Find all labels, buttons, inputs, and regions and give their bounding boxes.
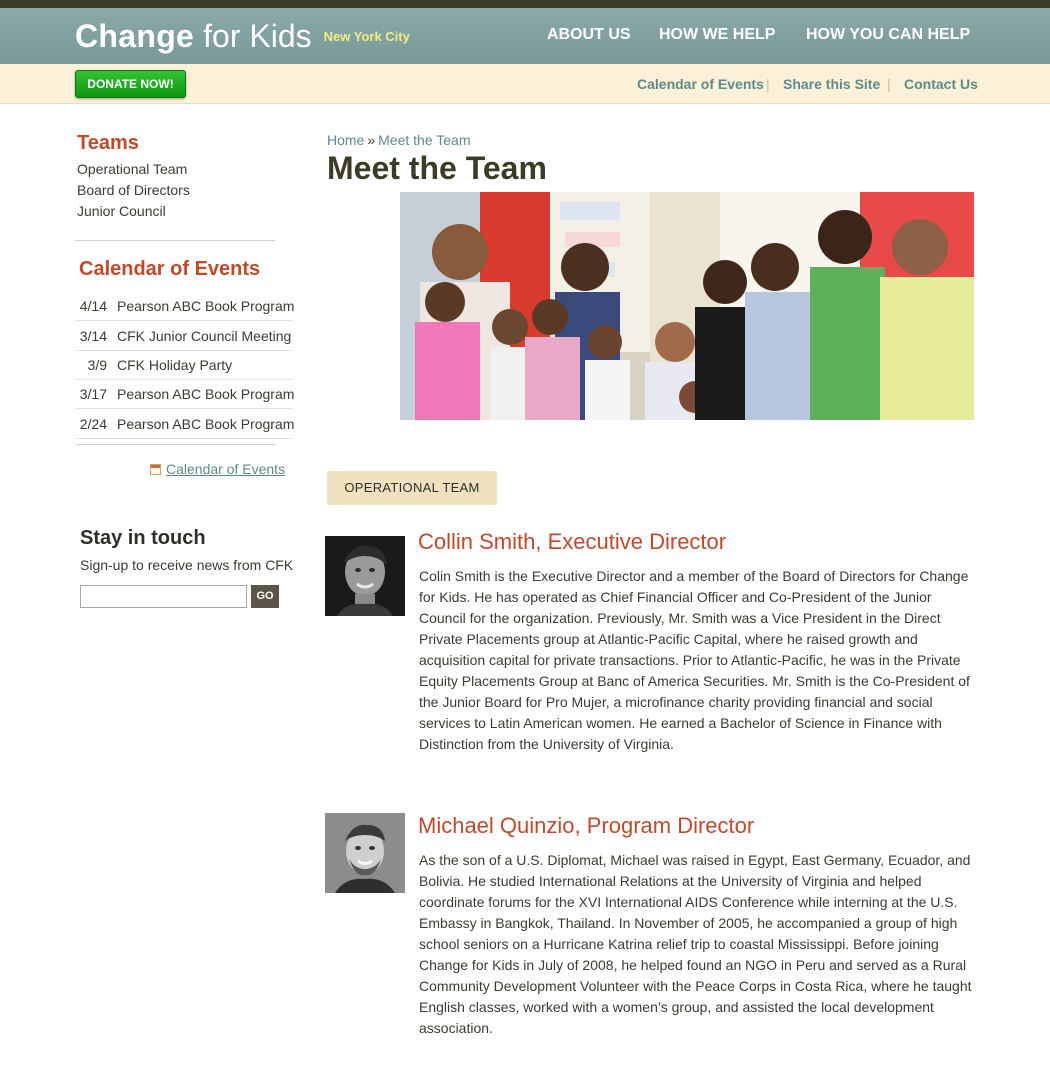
sidebar-divider: [75, 240, 275, 241]
newsletter-go-button[interactable]: GO: [251, 585, 279, 608]
event-name: Pearson ABC Book Program: [117, 416, 295, 432]
link-share-this-site[interactable]: Share this Site: [783, 76, 880, 92]
link-calendar-of-events[interactable]: Calendar of Events: [637, 76, 764, 92]
sidebar-item-board-of-directors[interactable]: Board of Directors: [77, 182, 190, 198]
calendar-icon: [150, 464, 161, 475]
calendar-link-label: Calendar of Events: [166, 461, 286, 477]
person-bio: As the son of a U.S. Diplomat, Michael w…: [419, 852, 972, 1036]
breadcrumb-current[interactable]: Meet the Team: [378, 132, 470, 148]
newsletter-email-input[interactable]: [80, 585, 247, 608]
event-date: 3/14: [79, 328, 107, 344]
utility-links: Calendar of Events | Share this Site | C…: [0, 76, 1050, 96]
avatar: [325, 813, 405, 893]
team-hero-photo: [400, 192, 974, 420]
person-name: Michael Quinzio, Program Director: [418, 813, 755, 838]
page-title: Meet the Team: [327, 150, 547, 186]
calendar-heading: Calendar of Events: [79, 258, 261, 280]
event-name: Pearson ABC Book Program: [117, 386, 295, 402]
event-row[interactable]: 4/14 Pearson ABC Book Program: [75, 292, 295, 321]
event-name: CFK Holiday Party: [117, 357, 233, 373]
main-nav: ABOUT US HOW WE HELP HOW YOU CAN HELP: [0, 26, 1050, 50]
top-strip: [0, 0, 1050, 8]
tab-operational-team[interactable]: OPERATIONAL TEAM: [327, 471, 497, 505]
nav-how-you-can-help[interactable]: HOW YOU CAN HELP: [806, 26, 970, 44]
stay-in-touch-subtitle: Sign-up to receive news from CFK: [80, 557, 294, 573]
sidebar-item-junior-council[interactable]: Junior Council: [77, 203, 166, 219]
utility-bar: DONATE NOW! Calendar of Events | Share t…: [0, 64, 1050, 104]
event-row[interactable]: 3/14 CFK Junior Council Meeting: [75, 322, 293, 351]
event-date: 3/9: [87, 357, 107, 373]
link-contact-us[interactable]: Contact Us: [904, 76, 978, 92]
stay-in-touch-heading: Stay in touch: [80, 527, 206, 549]
event-name: CFK Junior Council Meeting: [117, 328, 292, 344]
utility-separator: |: [766, 76, 770, 92]
event-date: 2/24: [79, 416, 107, 432]
event-row[interactable]: 3/9 CFK Holiday Party: [75, 351, 293, 380]
avatar: [325, 536, 405, 616]
event-date: 4/14: [79, 298, 107, 314]
sidebar-item-operational-team[interactable]: Operational Team: [77, 161, 187, 177]
breadcrumb: Home» Meet the Team: [327, 132, 471, 148]
event-name: Pearson ABC Book Program: [117, 298, 295, 314]
event-row[interactable]: 3/17 Pearson ABC Book Program: [75, 380, 295, 409]
sidebar-divider: [75, 444, 275, 445]
calendar-of-events-link[interactable]: Calendar of Events: [150, 461, 285, 477]
nav-how-we-help[interactable]: HOW WE HELP: [659, 26, 775, 44]
nav-about-us[interactable]: ABOUT US: [547, 26, 631, 44]
site-header: Change for Kids New York City ABOUT US H…: [0, 8, 1050, 64]
person-name: Collin Smith, Executive Director: [418, 529, 727, 554]
event-date: 3/17: [79, 386, 107, 402]
breadcrumb-home[interactable]: Home: [327, 132, 364, 148]
event-row[interactable]: 2/24 Pearson ABC Book Program: [75, 410, 295, 439]
utility-separator: |: [887, 76, 891, 92]
teams-heading: Teams: [77, 132, 139, 154]
breadcrumb-separator: »: [367, 132, 376, 148]
person-bio: Colin Smith is the Executive Director an…: [419, 568, 970, 752]
